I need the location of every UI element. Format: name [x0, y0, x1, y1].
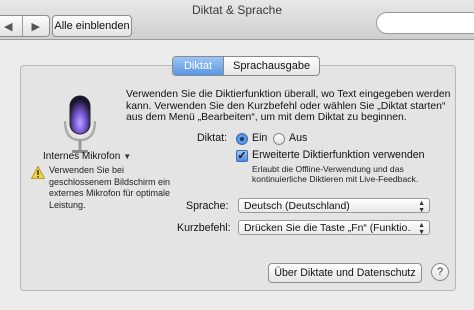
forward-button[interactable]: ▶ — [21, 16, 50, 36]
language-label: Sprache: — [186, 200, 229, 212]
radio-ein[interactable] — [236, 133, 248, 145]
radio-ein-label[interactable]: Ein — [252, 132, 267, 144]
preferences-window: Diktat & Sprache ◀ ▶ Alle einblenden Dik… — [0, 0, 474, 310]
radio-aus[interactable] — [273, 133, 285, 145]
warning-text: Verwenden Sie bei geschlossenem Bildschi… — [49, 165, 171, 210]
warning-icon — [31, 166, 45, 179]
chevron-down-icon: ▼ — [123, 152, 132, 161]
tab-sprachausgabe[interactable]: Sprachausgabe — [223, 57, 319, 75]
shortcut-value: Drücken Sie die Taste „Fn“ (Funktio… — [244, 223, 412, 234]
microphone-source-label: Internes Mikrofon — [43, 151, 121, 162]
shortcut-label: Kurzbefehl: — [177, 222, 231, 234]
help-button[interactable]: ? — [431, 263, 449, 281]
chevron-right-icon: ▶ — [31, 20, 40, 33]
language-value: Deutsch (Deutschland) — [244, 201, 350, 212]
microphone-source-popup[interactable]: Internes Mikrofon ▼ — [43, 151, 131, 162]
toolbar: Diktat & Sprache ◀ ▶ Alle einblenden — [0, 0, 474, 40]
chevron-left-icon: ◀ — [4, 20, 13, 33]
radio-aus-label[interactable]: Aus — [289, 132, 307, 144]
about-dictation-privacy-button[interactable]: Über Diktate und Datenschutz — [268, 263, 422, 283]
tab-bar: Diktat Sprachausgabe — [172, 56, 321, 76]
back-forward-group: ◀ ▶ — [0, 15, 50, 37]
microphone-icon — [63, 95, 97, 153]
shortcut-popup[interactable]: Drücken Sie die Taste „Fn“ (Funktio… ▲ ▼ — [238, 220, 430, 235]
enhanced-dictation-help: Erlaubt die Offline-Verwendung und das k… — [252, 164, 419, 184]
show-all-button[interactable]: Alle einblenden — [52, 15, 132, 37]
language-popup[interactable]: Deutsch (Deutschland) ▲ ▼ — [238, 198, 430, 213]
back-button[interactable]: ◀ — [0, 16, 22, 36]
enhanced-dictation-label[interactable]: Erweiterte Diktierfunktion verwenden — [252, 149, 425, 161]
updown-arrows-icon: ▲ ▼ — [418, 200, 425, 213]
intro-text: Verwenden Sie die Diktierfunktion überal… — [126, 89, 451, 123]
enhanced-dictation-checkbox[interactable]: ✓ — [236, 150, 248, 162]
search-input[interactable] — [376, 12, 474, 34]
tab-diktat[interactable]: Diktat — [173, 57, 223, 75]
updown-arrows-icon: ▲ ▼ — [418, 222, 425, 235]
diktat-label: Diktat: — [197, 132, 228, 144]
